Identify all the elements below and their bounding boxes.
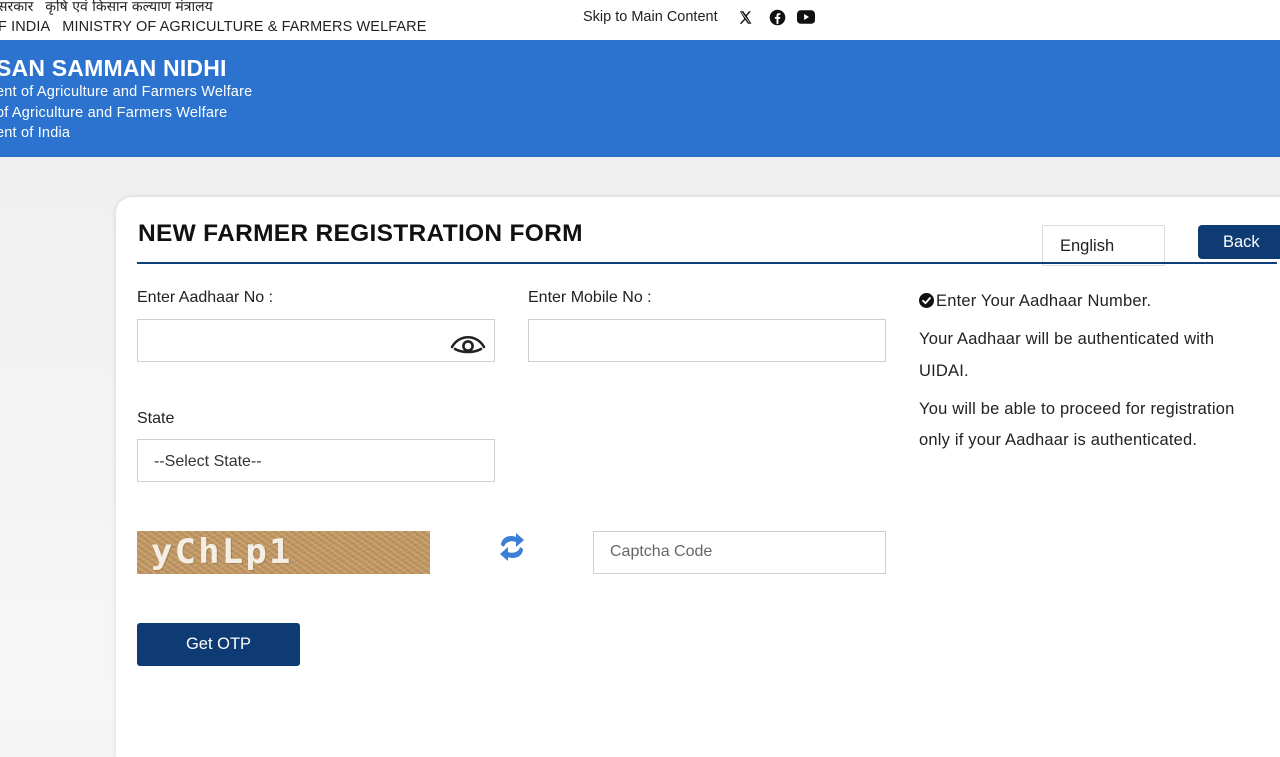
info-line-aadhaar: Enter Your Aadhaar Number. (919, 292, 1151, 311)
youtube-icon[interactable] (796, 8, 816, 26)
site-title: SAN SAMMAN NIDHI (0, 55, 227, 81)
state-selected-value: --Select State-- (154, 453, 262, 470)
header-government-line: ent of India (0, 125, 71, 141)
facebook-icon[interactable] (767, 8, 787, 26)
gov-hindi-left: सरकार (0, 0, 34, 15)
refresh-captcha-icon[interactable] (497, 530, 527, 564)
eye-icon[interactable] (450, 330, 486, 356)
back-button[interactable]: Back (1198, 225, 1280, 259)
info-line-5: only if your Aadhaar is authenticated. (919, 431, 1198, 449)
aadhaar-label: Enter Aadhaar No : (137, 289, 274, 306)
captcha-placeholder: Captcha Code (610, 543, 713, 560)
site-header: SAN SAMMAN NIDHI ent of Agriculture and … (0, 40, 1280, 157)
ministry-hindi: कृषि एवं किसान कल्याण मंत्रालय (45, 0, 213, 15)
aadhaar-input[interactable] (137, 319, 495, 362)
captcha-input[interactable]: Captcha Code (593, 531, 886, 574)
get-otp-button[interactable]: Get OTP (137, 623, 300, 666)
state-select[interactable]: --Select State-- (137, 439, 495, 482)
header-department-line: ent of Agriculture and Farmers Welfare (0, 84, 253, 100)
state-label: State (137, 410, 175, 427)
title-divider (137, 262, 1277, 264)
mobile-label: Enter Mobile No : (528, 289, 652, 306)
top-bar: सरकार कृषि एवं किसान कल्याण मंत्रालय F IN… (0, 0, 1280, 40)
captcha-text: yChLp1 (151, 532, 293, 572)
skip-to-main-content-link[interactable]: Skip to Main Content (583, 9, 718, 25)
info-line-3: UIDAI. (919, 362, 969, 380)
header-ministry-line: of Agriculture and Farmers Welfare (0, 105, 228, 121)
gov-hindi-line: सरकार कृषि एवं किसान कल्याण मंत्रालय (0, 0, 213, 16)
captcha-image: yChLp1 (137, 531, 430, 574)
mobile-input[interactable] (528, 319, 886, 362)
gov-english-line: F INDIA MINISTRY OF AGRICULTURE & FARMERS… (0, 19, 427, 35)
info-line-2: Your Aadhaar will be authenticated with (919, 330, 1215, 348)
gov-english-left: F INDIA (0, 19, 51, 35)
page-title: NEW FARMER REGISTRATION FORM (138, 220, 583, 247)
language-select[interactable]: English (1042, 225, 1165, 266)
x-icon[interactable] (735, 8, 755, 26)
ministry-english: MINISTRY OF AGRICULTURE & FARMERS WELFAR… (62, 19, 427, 35)
info-line-1: Enter Your Aadhaar Number. (936, 292, 1152, 310)
check-circle-icon (919, 293, 934, 308)
info-line-4: You will be able to proceed for registra… (919, 400, 1235, 418)
